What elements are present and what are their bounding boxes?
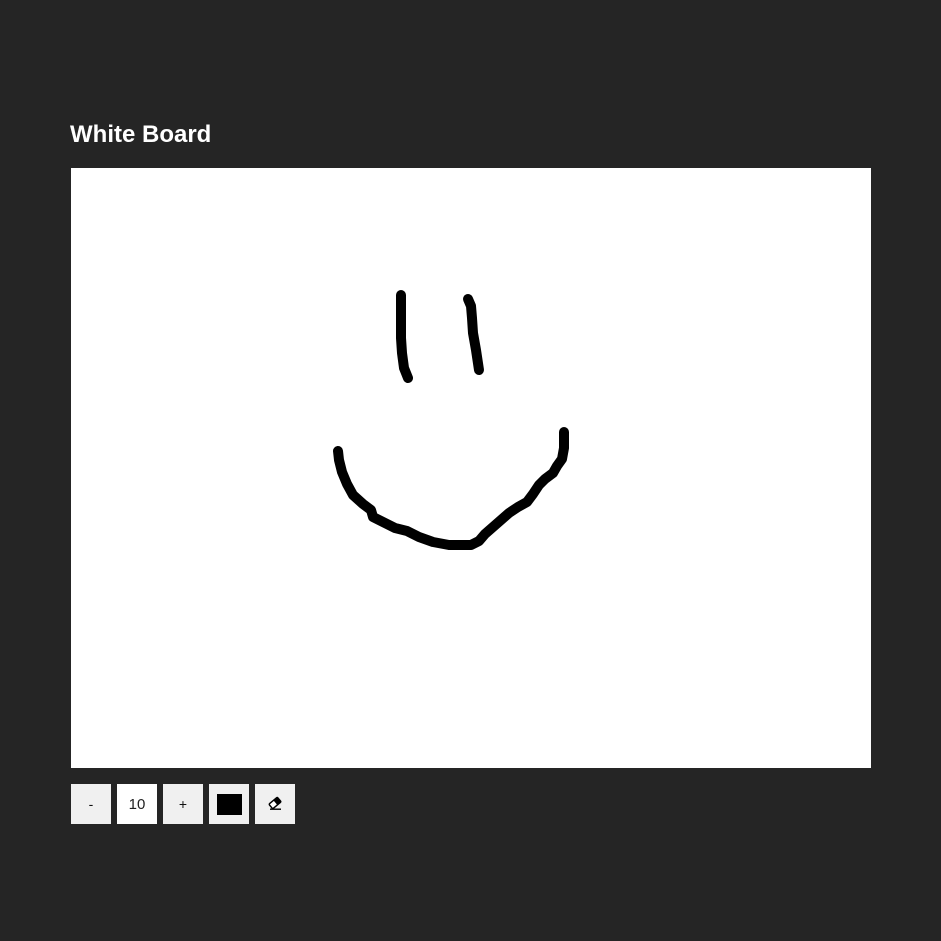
toolbar: - + [71, 784, 295, 824]
color-picker-button[interactable] [209, 784, 249, 824]
color-swatch [216, 793, 242, 815]
stroke-left-eye [396, 290, 413, 383]
brush-size-input[interactable] [117, 784, 157, 824]
stroke-smile [333, 427, 569, 550]
increase-size-button[interactable]: + [163, 784, 203, 824]
page-title: White Board [70, 121, 212, 148]
eraser-icon [267, 796, 283, 813]
decrease-size-button[interactable]: - [71, 784, 111, 824]
eraser-button[interactable] [255, 784, 295, 824]
drawing-layer [333, 290, 569, 550]
whiteboard-canvas[interactable] [71, 168, 871, 768]
stroke-right-eye [463, 294, 484, 375]
